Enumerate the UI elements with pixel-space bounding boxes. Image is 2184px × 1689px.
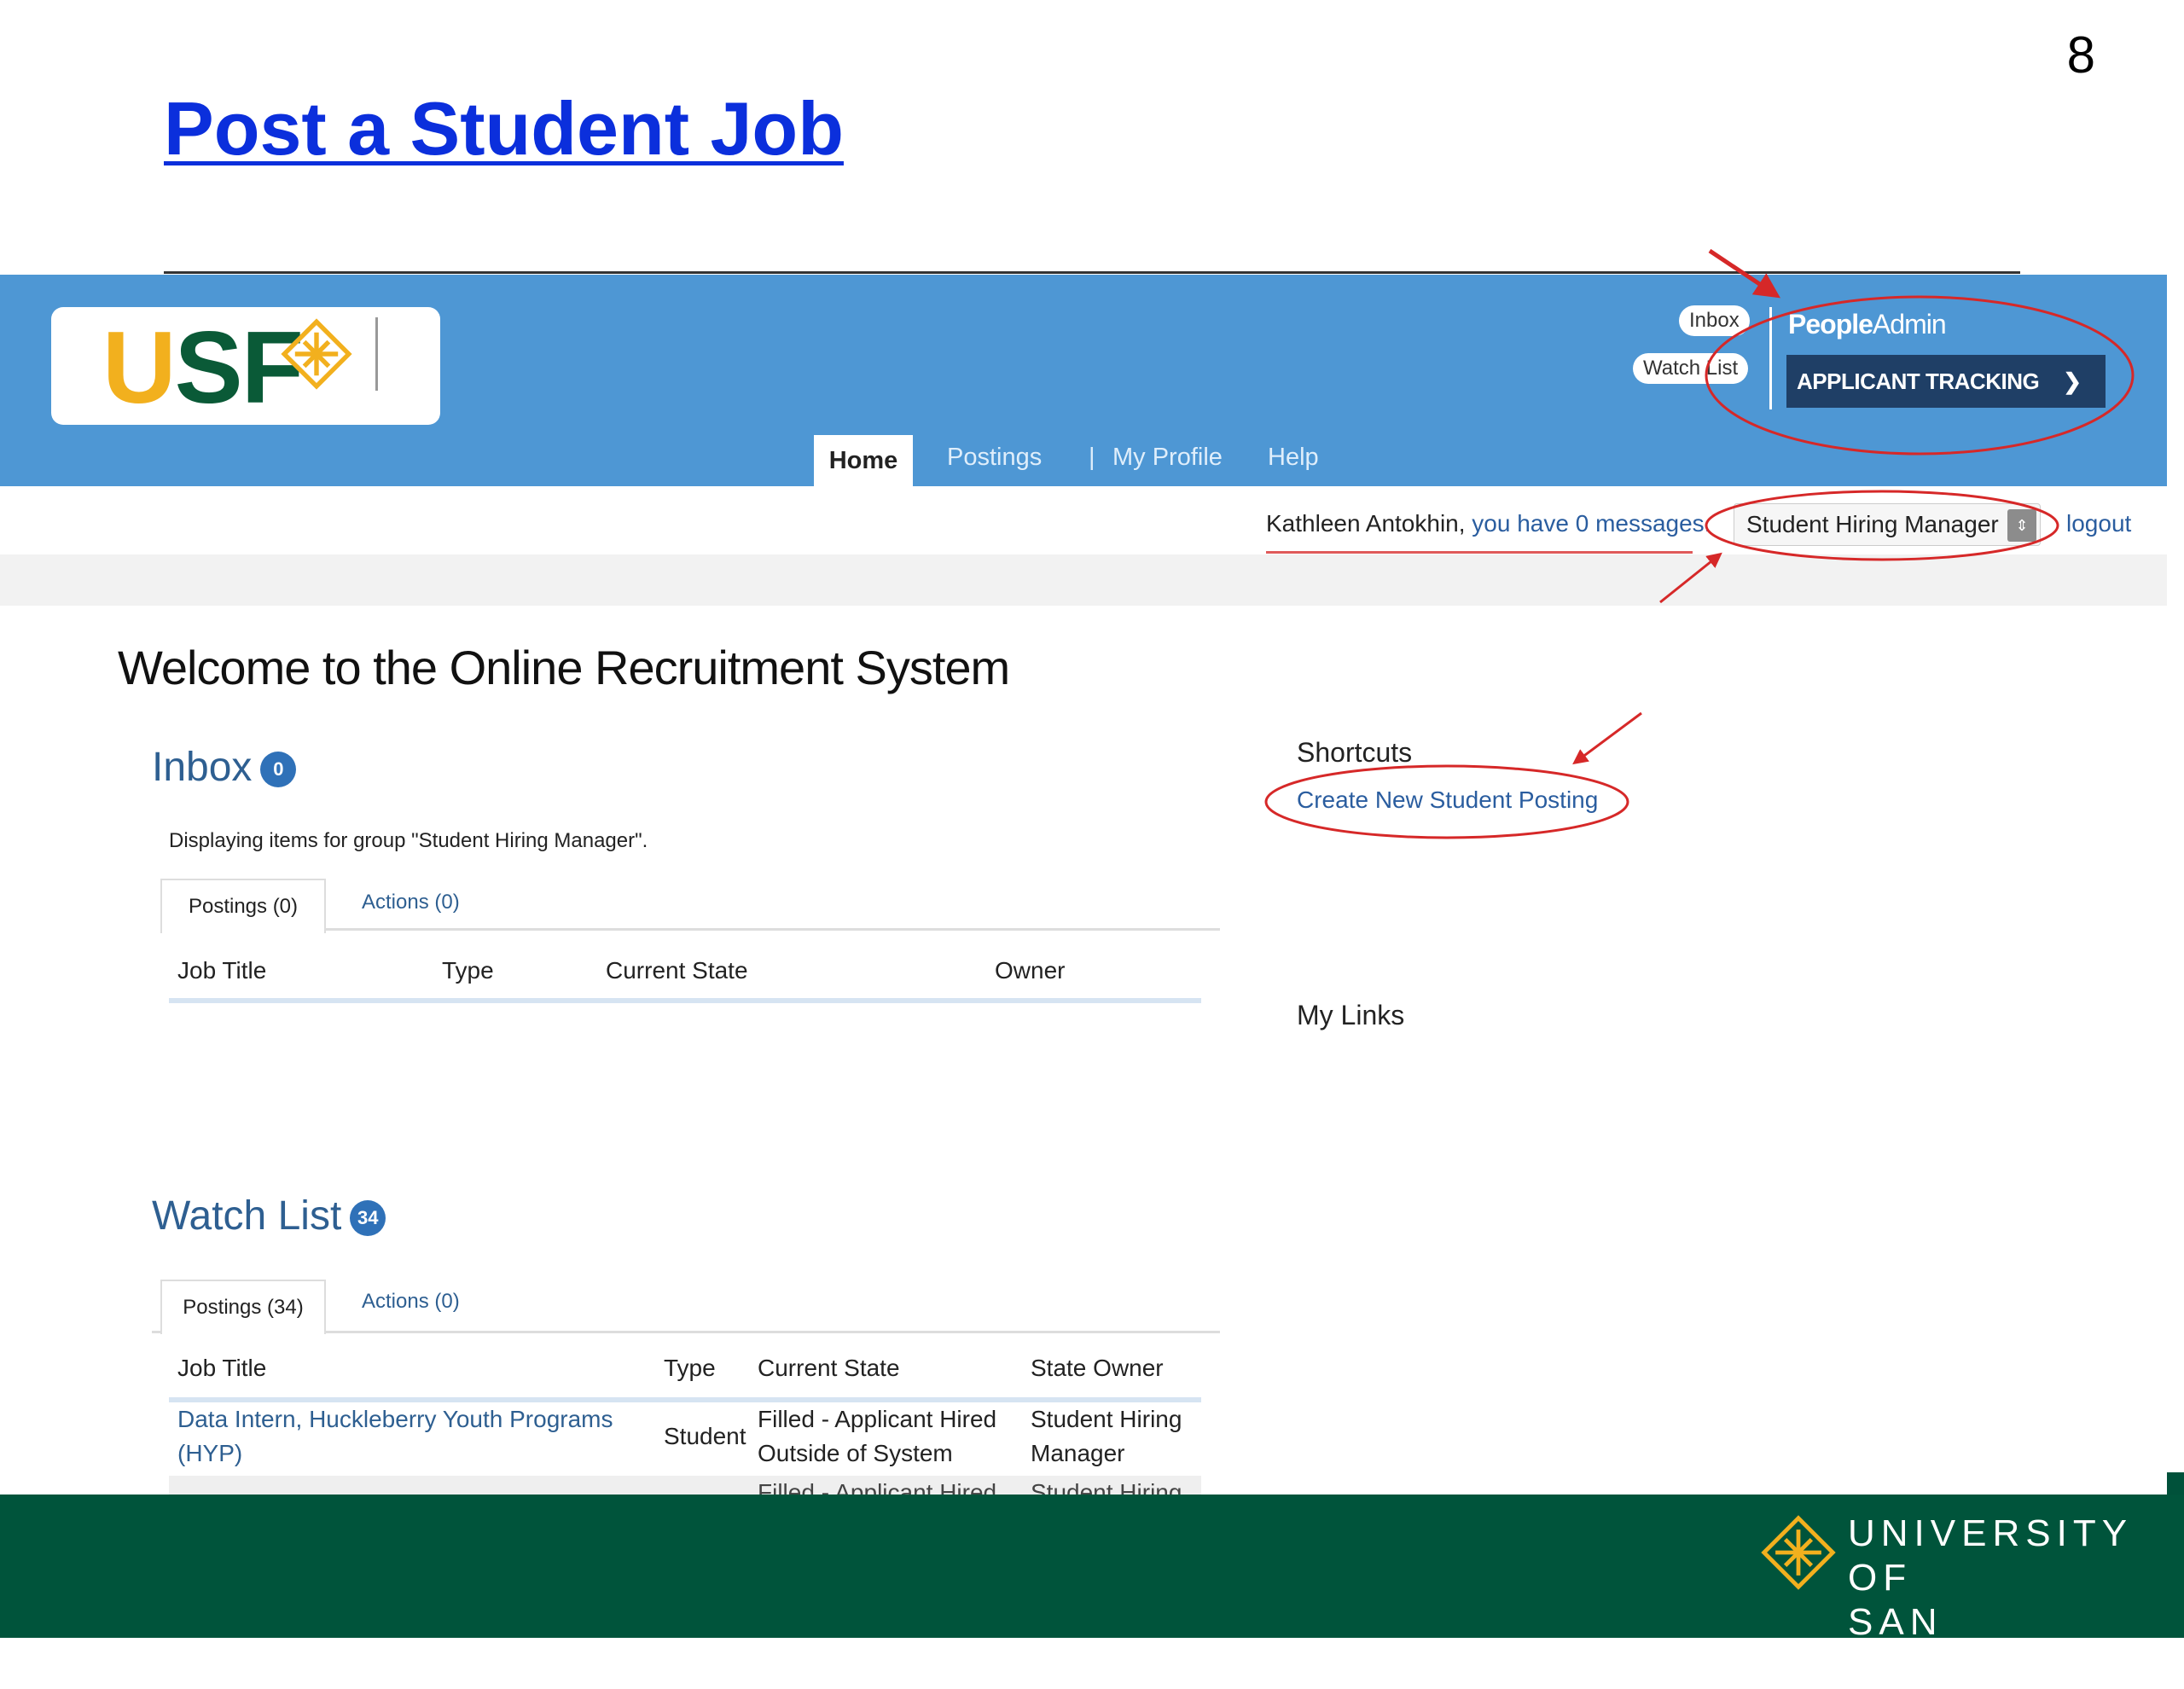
role-select[interactable]: Student Hiring Manager ⇕ — [1734, 503, 2041, 546]
messages-link[interactable]: you have 0 messages. — [1472, 510, 1711, 537]
inbox-column-owner[interactable]: Owner — [995, 957, 1065, 984]
inbox-column-type[interactable]: Type — [442, 957, 494, 984]
my-links-heading: My Links — [1297, 1000, 1405, 1030]
tab-my-profile[interactable]: My Profile — [1112, 444, 1223, 472]
watch-column-state-owner[interactable]: State Owner — [1031, 1355, 1164, 1382]
job-owner-cell: Student Hiring Manager — [1031, 1406, 1182, 1466]
header-divider — [1769, 307, 1772, 409]
title-divider — [164, 271, 2020, 274]
job-owner-cell: Student Hiring — [1031, 1479, 1182, 1495]
watch-column-job-title[interactable]: Job Title — [177, 1355, 266, 1382]
usf-logo-wordmark: USF — [102, 311, 304, 425]
watch-tab-actions[interactable]: Actions (0) — [362, 1290, 460, 1314]
edge-tab — [2167, 1472, 2184, 1495]
inbox-column-current-state[interactable]: Current State — [606, 957, 748, 984]
inbox-heading: Inbox 0 — [152, 744, 297, 791]
annotation-overlay — [1264, 248, 2135, 839]
inbox-tab-postings[interactable]: Postings (0) — [160, 879, 326, 933]
inbox-description: Displaying items for group "Student Hiri… — [169, 829, 648, 852]
watch-tab-postings[interactable]: Postings (34) — [160, 1280, 326, 1334]
select-arrows-icon: ⇕ — [2007, 509, 2036, 542]
user-name: Kathleen Antokhin, — [1266, 510, 1472, 537]
inbox-table-divider — [169, 998, 1201, 1003]
job-title-link[interactable]: Data Intern, Huckleberry Youth Programs … — [177, 1402, 638, 1471]
inbox-count-badge: 0 — [260, 752, 297, 788]
inbox-pill-button[interactable]: Inbox — [1679, 305, 1750, 336]
usf-emblem-icon — [281, 318, 352, 390]
annotation-arrow-3 — [1572, 711, 1642, 765]
page-title: Welcome to the Online Recruitment System — [118, 641, 1010, 694]
watch-list-heading: Watch List 34 — [152, 1193, 386, 1239]
chevron-down-icon: ❯ — [2063, 368, 2082, 394]
tab-home[interactable]: Home — [814, 435, 913, 486]
job-state-cell: Filled - Applicant Hired — [758, 1479, 997, 1495]
usf-emblem-icon — [1761, 1515, 1836, 1590]
peopleadmin-logo: PeopleAdmin — [1788, 309, 1947, 340]
logo-divider — [375, 317, 378, 391]
nav-separator: | — [1089, 444, 1095, 471]
watch-column-current-state[interactable]: Current State — [758, 1355, 900, 1382]
slide-number: 8 — [2066, 26, 2095, 84]
inbox-column-job-title[interactable]: Job Title — [177, 957, 266, 984]
create-new-student-posting-link[interactable]: Create New Student Posting — [1297, 786, 1598, 814]
watch-list-count-badge: 34 — [350, 1200, 386, 1237]
job-type-cell: Student — [664, 1423, 746, 1449]
logout-link[interactable]: logout — [2066, 510, 2131, 537]
university-name: UNIVERSITY OF SAN FRANCISCO — [1848, 1512, 2133, 1687]
tab-help[interactable]: Help — [1268, 444, 1319, 472]
user-greeting: Kathleen Antokhin, you have 0 messages. — [1266, 510, 1711, 537]
watch-column-type[interactable]: Type — [664, 1355, 716, 1382]
applicant-tracking-dropdown[interactable]: APPLICANT TRACKING ❯ — [1786, 355, 2106, 408]
greeting-underline — [1266, 551, 1693, 554]
slide-title-link[interactable]: Post a Student Job — [164, 85, 844, 172]
job-state-cell: Filled - Applicant Hired Outside of Syst… — [758, 1406, 997, 1466]
inbox-tab-actions[interactable]: Actions (0) — [362, 891, 460, 914]
watch-list-pill-button[interactable]: Watch List — [1633, 353, 1749, 384]
tab-postings[interactable]: Postings — [947, 444, 1042, 472]
shortcuts-heading: Shortcuts — [1297, 737, 1413, 768]
subheader-bar — [0, 554, 2167, 606]
